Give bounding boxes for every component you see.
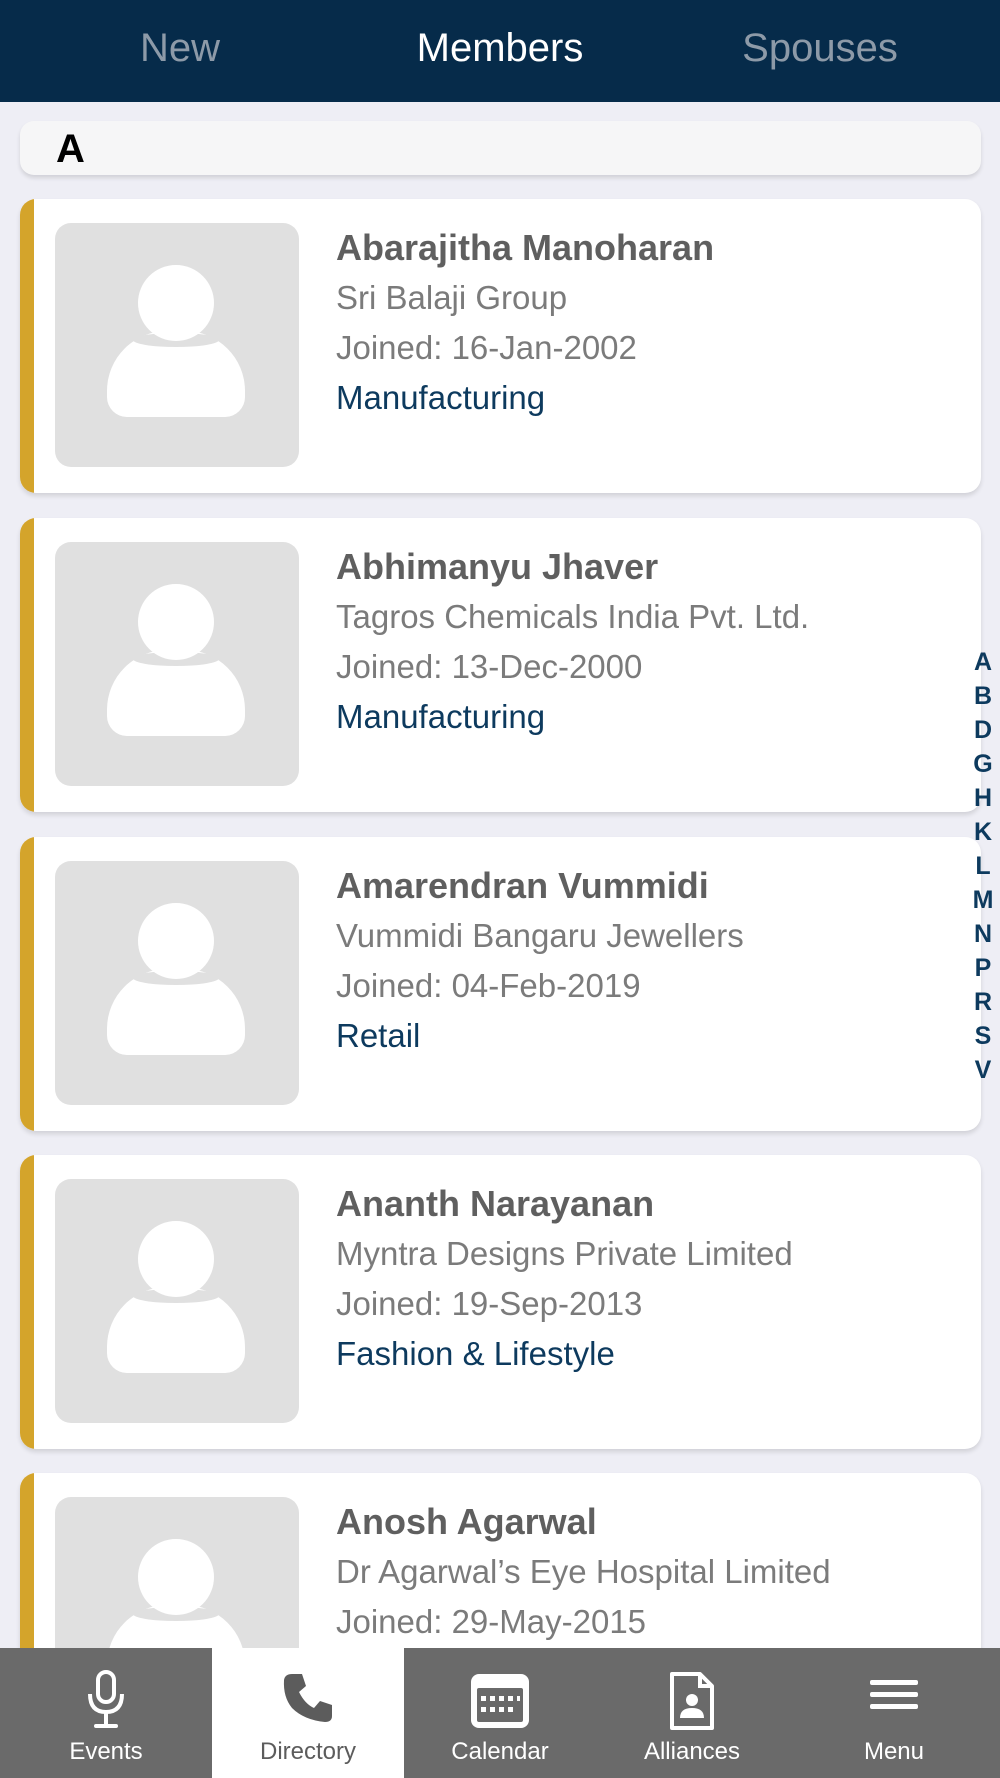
tab-new[interactable]: New (80, 0, 280, 102)
nav-alliances[interactable]: Alliances (596, 1648, 788, 1778)
index-letter-k[interactable]: K (970, 815, 996, 849)
nav-directory-label: Directory (259, 1738, 356, 1765)
section-header: A (20, 121, 981, 175)
bottom-nav: Events Directory Calendar Alliances Menu (0, 1648, 1000, 1778)
member-industry: Retail (336, 1017, 421, 1054)
index-letter-v[interactable]: V (970, 1053, 996, 1087)
member-industry: Manufacturing (336, 379, 546, 416)
avatar-placeholder-icon (55, 223, 299, 467)
member-joined: Joined: 19-Sep-2013 (336, 1285, 643, 1322)
member-industry: Fashion & Lifestyle (336, 1335, 615, 1372)
member-name: Anosh Agarwal (336, 1501, 597, 1542)
member-company: Myntra Designs Private Limited (336, 1235, 793, 1272)
member-joined: Joined: 29-May-2015 (336, 1603, 647, 1640)
avatar-placeholder-icon (55, 861, 299, 1105)
member-name: Abhimanyu Jhaver (336, 546, 659, 587)
document-person-icon (670, 1672, 714, 1730)
member-company: Tagros Chemicals India Pvt. Ltd. (336, 598, 810, 635)
index-letter-g[interactable]: G (970, 747, 996, 781)
member-card[interactable]: Abhimanyu Jhaver Tagros Chemicals India … (20, 518, 981, 812)
member-name: Ananth Narayanan (336, 1183, 655, 1224)
member-company: Sri Balaji Group (336, 279, 568, 316)
nav-events-label: Events (69, 1738, 143, 1765)
member-card[interactable]: Ananth Narayanan Myntra Designs Private … (20, 1155, 981, 1449)
member-name: Abarajitha Manoharan (336, 227, 715, 268)
index-letter-n[interactable]: N (970, 917, 996, 951)
member-joined: Joined: 13-Dec-2000 (336, 648, 643, 685)
member-name: Amarendran Vummidi (336, 865, 709, 906)
member-company: Vummidi Bangaru Jewellers (336, 917, 744, 954)
index-letter-m[interactable]: M (970, 883, 996, 917)
index-letter-s[interactable]: S (970, 1019, 996, 1053)
nav-menu[interactable]: Menu (788, 1648, 1000, 1778)
member-joined: Joined: 04-Feb-2019 (336, 967, 641, 1004)
index-letter-p[interactable]: P (970, 951, 996, 985)
index-letter-b[interactable]: B (970, 679, 996, 713)
avatar-placeholder-icon (55, 542, 299, 786)
microphone-icon (88, 1670, 124, 1728)
member-card[interactable]: Abarajitha Manoharan Sri Balaji Group Jo… (20, 199, 981, 493)
tab-spouses[interactable]: Spouses (700, 0, 940, 102)
nav-alliances-label: Alliances (643, 1738, 741, 1765)
phone-icon (283, 1674, 332, 1722)
calendar-icon (471, 1674, 529, 1728)
tab-members[interactable]: Members (380, 0, 620, 102)
alphabet-index: A B D G H K L M N P R S V (970, 645, 996, 1087)
nav-menu-label: Menu (863, 1738, 925, 1765)
section-letter: A (56, 127, 85, 171)
hamburger-icon (870, 1680, 918, 1709)
index-letter-r[interactable]: R (970, 985, 996, 1019)
index-letter-h[interactable]: H (970, 781, 996, 815)
member-company: Dr Agarwal’s Eye Hospital Limited (336, 1553, 831, 1590)
nav-directory[interactable]: Directory (212, 1648, 404, 1778)
index-letter-l[interactable]: L (970, 849, 996, 883)
member-industry: Manufacturing (336, 698, 546, 735)
member-joined: Joined: 16-Jan-2002 (336, 329, 637, 366)
index-letter-a[interactable]: A (970, 645, 996, 679)
member-card[interactable]: Amarendran Vummidi Vummidi Bangaru Jewel… (20, 837, 981, 1131)
nav-calendar[interactable]: Calendar (404, 1648, 596, 1778)
index-letter-d[interactable]: D (970, 713, 996, 747)
avatar-placeholder-icon (55, 1179, 299, 1423)
nav-calendar-label: Calendar (451, 1738, 549, 1765)
top-tab-bar: New Members Spouses (0, 0, 1000, 102)
nav-events[interactable]: Events (0, 1648, 212, 1778)
